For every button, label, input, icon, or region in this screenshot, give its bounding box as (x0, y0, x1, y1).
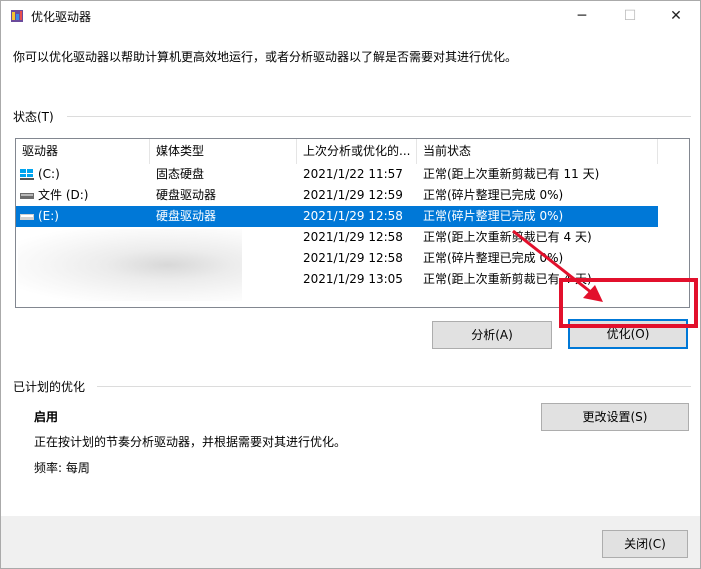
defrag-app-icon (11, 10, 23, 22)
maximize-button[interactable]: ☐ (607, 1, 653, 31)
main-content: 你可以优化驱动器以帮助计算机更高效地运行，或者分析驱动器以了解是否需要对其进行优… (1, 31, 700, 516)
current-status: 正常(碎片整理已完成 0%) (423, 188, 564, 202)
hdd-drive-icon (20, 214, 34, 220)
status-group-label: 状态(T) (13, 110, 54, 124)
annotation-highlight-box (559, 278, 698, 328)
schedule-frequency: 频率: 每周 (34, 461, 90, 475)
dialog-footer: 关闭(C) (1, 516, 700, 568)
column-header-current-status[interactable]: 当前状态 (417, 139, 658, 164)
change-settings-button[interactable]: 更改设置(S) (541, 403, 689, 431)
last-run: 2021/1/29 12:58 (303, 251, 403, 265)
last-run: 2021/1/29 12:59 (303, 188, 403, 202)
drive-name: (C:) (38, 167, 60, 181)
column-header-drive[interactable]: 驱动器 (16, 139, 150, 164)
table-row[interactable]: 文件 (D:) 硬盘驱动器 2021/1/29 12:59 正常(碎片整理已完成… (16, 185, 658, 206)
current-status: 正常(碎片整理已完成 0%) (423, 251, 564, 265)
current-status: 正常(碎片整理已完成 0%) (423, 209, 564, 223)
intro-text: 你可以优化驱动器以帮助计算机更高效地运行，或者分析驱动器以了解是否需要对其进行优… (13, 50, 518, 64)
media-type: 固态硬盘 (156, 167, 205, 181)
schedule-divider (97, 386, 691, 387)
table-row-selected[interactable]: (E:) 硬盘驱动器 2021/1/29 12:58 正常(碎片整理已完成 0%… (16, 206, 658, 227)
minimize-button[interactable]: ─ (559, 1, 605, 31)
last-run: 2021/1/29 12:58 (303, 230, 403, 244)
window-title: 优化驱动器 (31, 10, 92, 24)
schedule-state: 启用 (34, 410, 59, 424)
schedule-description: 正在按计划的节奏分析驱动器，并根据需要对其进行优化。 (34, 435, 347, 449)
schedule-group-label: 已计划的优化 (13, 380, 86, 394)
drive-name: 文件 (D:) (38, 188, 89, 202)
close-window-button[interactable]: ✕ (653, 1, 699, 31)
current-status: 正常(距上次重新剪裁已有 11 天) (423, 167, 600, 181)
status-divider (67, 116, 691, 117)
current-status: 正常(距上次重新剪裁已有 4 天) (423, 230, 592, 244)
hdd-drive-icon (20, 193, 34, 199)
close-button[interactable]: 关闭(C) (602, 530, 688, 558)
last-run: 2021/1/29 13:05 (303, 272, 403, 286)
media-type: 硬盘驱动器 (156, 209, 217, 223)
list-header: 驱动器 媒体类型 上次分析或优化的... 当前状态 (16, 139, 689, 164)
blurred-region (18, 229, 242, 301)
column-header-last-run[interactable]: 上次分析或优化的... (297, 139, 417, 164)
last-run: 2021/1/22 11:57 (303, 167, 403, 181)
ssd-drive-icon (20, 169, 34, 180)
media-type: 硬盘驱动器 (156, 188, 217, 202)
table-row[interactable]: (C:) 固态硬盘 2021/1/22 11:57 正常(距上次重新剪裁已有 1… (16, 164, 658, 185)
column-header-media-type[interactable]: 媒体类型 (150, 139, 297, 164)
last-run: 2021/1/29 12:58 (303, 209, 403, 223)
drive-name: (E:) (38, 209, 59, 223)
title-bar: 优化驱动器 ─ ☐ ✕ (1, 1, 700, 31)
analyze-button[interactable]: 分析(A) (432, 321, 552, 349)
